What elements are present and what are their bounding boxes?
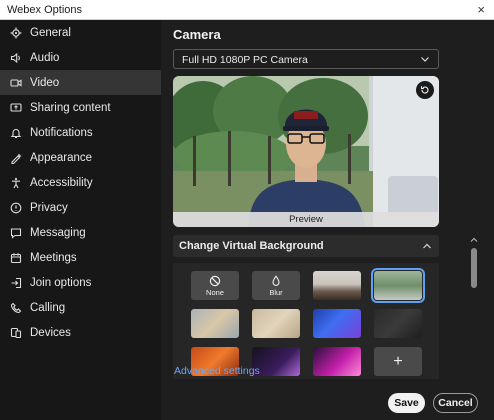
appearance-icon [9, 151, 23, 165]
sidebar-item-label: Meetings [30, 251, 77, 264]
sidebar-item-calling[interactable]: Calling [0, 295, 161, 320]
sidebar-item-devices[interactable]: Devices [0, 320, 161, 345]
background-blur-button[interactable]: Blur [252, 271, 300, 300]
cancel-button[interactable]: Cancel [433, 393, 478, 413]
sidebar-item-label: Sharing content [30, 101, 111, 114]
window-title: Webex Options [7, 4, 83, 16]
background-thumbnail-selected[interactable] [371, 268, 425, 303]
sidebar-item-label: Join options [30, 276, 92, 289]
camera-preview: Preview [173, 76, 439, 227]
sidebar-item-meetings[interactable]: Meetings [0, 245, 161, 270]
gear-icon [9, 26, 23, 40]
phone-icon [9, 301, 23, 315]
camera-select-value: Full HD 1080P PC Camera [182, 54, 308, 66]
sidebar-item-join-options[interactable]: Join options [0, 270, 161, 295]
sidebar-item-accessibility[interactable]: Accessibility [0, 170, 161, 195]
background-thumbnail[interactable] [313, 309, 361, 338]
background-thumbnail[interactable] [191, 309, 239, 338]
background-thumbnail[interactable] [313, 347, 361, 376]
background-none-button[interactable]: None [191, 271, 239, 300]
devices-icon [9, 326, 23, 340]
rotate-camera-button[interactable] [416, 81, 434, 99]
video-settings-panel: Camera Full HD 1080P PC Camera Preview C… [161, 20, 494, 420]
save-button[interactable]: Save [388, 393, 425, 413]
accessibility-icon [9, 176, 23, 190]
plus-icon: + [393, 352, 403, 370]
sidebar-item-general[interactable]: General [0, 20, 161, 45]
sidebar-item-label: Notifications [30, 126, 93, 139]
audio-icon [9, 51, 23, 65]
dialog-footer: Save Cancel [161, 379, 494, 420]
rotate-camera-icon [420, 86, 429, 94]
chevron-up-icon [423, 243, 431, 249]
video-camera-icon [9, 76, 23, 90]
virtual-background-title: Change Virtual Background [179, 240, 324, 252]
virtual-background-header[interactable]: Change Virtual Background [173, 235, 439, 257]
message-icon [9, 226, 23, 240]
scroll-up-icon[interactable] [470, 236, 478, 244]
none-icon [209, 275, 221, 286]
sidebar-item-label: Devices [30, 326, 71, 339]
page-title: Camera [173, 27, 221, 42]
sidebar-item-label: Privacy [30, 201, 68, 214]
sidebar-item-notifications[interactable]: Notifications [0, 120, 161, 145]
sidebar-item-sharing-content[interactable]: Sharing content [0, 95, 161, 120]
share-screen-icon [9, 101, 23, 115]
background-blur-label: Blur [269, 287, 283, 297]
background-thumbnail[interactable] [313, 271, 361, 300]
preview-label: Preview [173, 212, 439, 227]
sidebar-item-label: Video [30, 76, 60, 89]
blur-drop-icon [272, 274, 280, 286]
sidebar-item-label: General [30, 26, 71, 39]
sidebar-item-label: Calling [30, 301, 66, 314]
sidebar-item-label: Appearance [30, 151, 93, 164]
calendar-icon [9, 251, 23, 265]
virtual-background-grid: None Blur + [173, 263, 439, 381]
add-background-button[interactable]: + [374, 347, 422, 376]
scrollbar-thumb[interactable] [471, 248, 477, 288]
scrollbar[interactable] [470, 236, 478, 370]
sidebar-item-appearance[interactable]: Appearance [0, 145, 161, 170]
sidebar-item-audio[interactable]: Audio [0, 45, 161, 70]
join-options-icon [9, 276, 23, 290]
sidebar-item-privacy[interactable]: Privacy [0, 195, 161, 220]
sidebar-item-messaging[interactable]: Messaging [0, 220, 161, 245]
close-icon[interactable]: × [477, 2, 485, 17]
privacy-icon [9, 201, 23, 215]
camera-preview-image [173, 76, 439, 227]
sidebar-item-label: Audio [30, 51, 60, 64]
chevron-down-icon [421, 57, 429, 62]
bell-icon [9, 126, 23, 140]
background-thumbnail[interactable] [252, 309, 300, 338]
background-none-label: None [206, 287, 224, 297]
sidebar-item-label: Accessibility [30, 176, 93, 189]
title-bar: Webex Options × [0, 0, 494, 20]
background-thumbnail[interactable] [374, 309, 422, 338]
settings-sidebar: General Audio Video Sharing content Noti… [0, 20, 161, 420]
advanced-settings-link[interactable]: Advanced settings [174, 365, 260, 377]
camera-select[interactable]: Full HD 1080P PC Camera [173, 49, 439, 69]
sidebar-item-label: Messaging [30, 226, 86, 239]
sidebar-item-video[interactable]: Video [0, 70, 161, 95]
